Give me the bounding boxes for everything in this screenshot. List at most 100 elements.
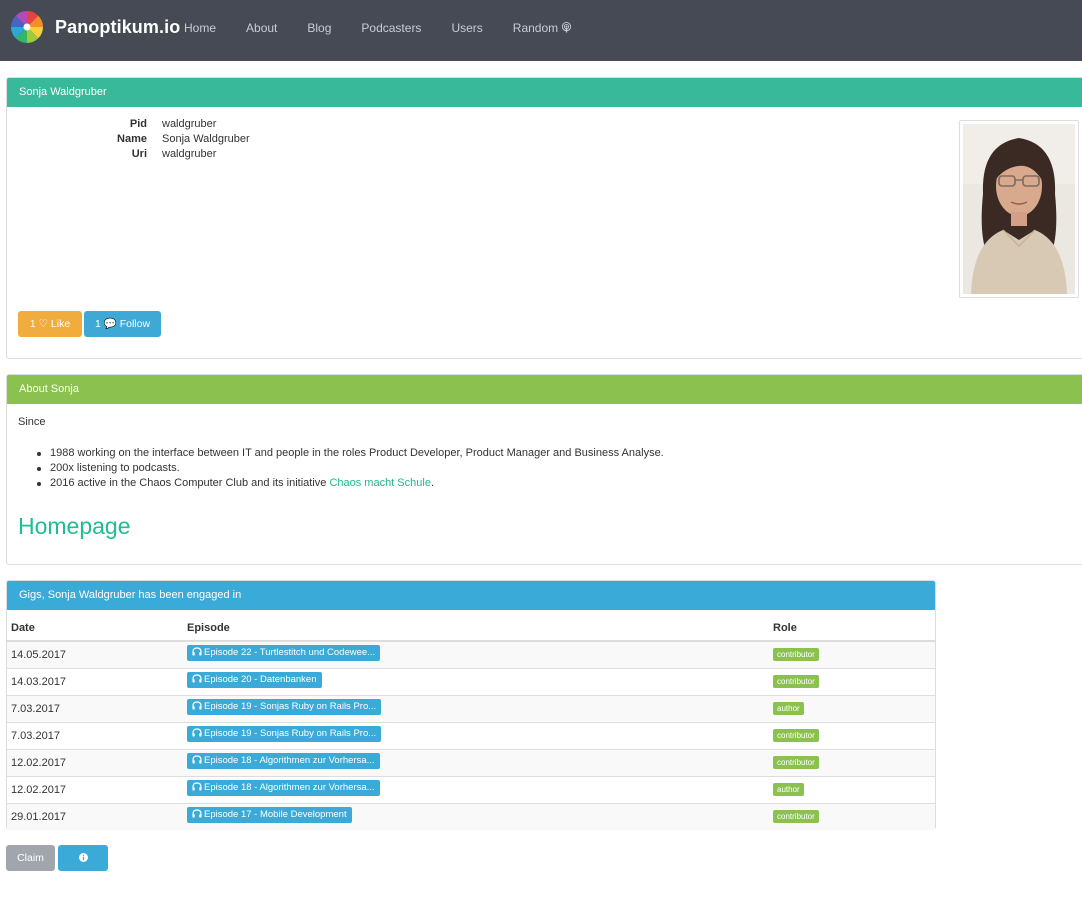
list-item: 1988 working on the interface between IT…: [35, 447, 664, 462]
episode-title: Episode 18 - Algorithmen zur Vorhersa...: [204, 755, 375, 766]
table-row: 12.02.2017 Episode 18 - Algorithmen zur V…: [7, 748, 935, 776]
episode-link[interactable]: Episode 18 - Algorithmen zur Vorhersa...: [187, 753, 380, 769]
bullet3-suffix: .: [430, 477, 434, 489]
gig-role-cell: contributor: [769, 748, 935, 776]
gig-role-cell: contributor: [769, 667, 935, 695]
nav-random[interactable]: Random: [513, 21, 573, 35]
col-episode: Episode: [183, 615, 769, 642]
about-panel: About Sonja Since 1988 working on the in…: [6, 374, 1082, 565]
table-row: 7.03.2017 Episode 19 - Sonjas Ruby on Rai…: [7, 694, 935, 722]
headphones-icon: [192, 809, 202, 818]
role-badge: author: [773, 702, 804, 715]
episode-title: Episode 20 - Datenbanken: [204, 674, 317, 685]
episode-title: Episode 22 - Turtlestitch und Codewee...: [204, 647, 376, 659]
role-badge: contributor: [773, 675, 819, 688]
homepage-link[interactable]: Homepage: [18, 513, 131, 540]
role-badge: contributor: [773, 756, 819, 769]
episode-link[interactable]: Episode 17 - Mobile Development: [187, 807, 352, 824]
headphones-icon: [192, 647, 202, 656]
table-header-row: Date Episode Role: [7, 615, 935, 642]
episode-title: Episode 19 - Sonjas Ruby on Rails Pro...: [204, 701, 377, 712]
gigs-panel: Gigs, Sonja Waldgruber has been engaged …: [6, 580, 936, 830]
gig-episode-cell: Episode 19 - Sonjas Ruby on Rails Pro...: [183, 721, 769, 749]
gig-date: 29.01.2017: [7, 802, 183, 830]
detail-label-pid: Pid: [129, 118, 147, 130]
role-badge: contributor: [773, 729, 819, 742]
episode-link[interactable]: Episode 22 - Turtlestitch und Codewee...: [187, 645, 381, 662]
headphones-icon: [192, 782, 202, 791]
episode-link[interactable]: Episode 19 - Sonjas Ruby on Rails Pro...: [187, 726, 382, 742]
panoptikum-logo-icon[interactable]: [11, 11, 43, 43]
detail-label-name: Name: [117, 133, 147, 145]
list-item: 200x listening to podcasts.: [35, 462, 664, 477]
nav-about[interactable]: About: [246, 21, 277, 35]
table-row: 14.05.2017 Episode 22 - Turtlestitch und …: [7, 640, 935, 668]
gig-role-cell: author: [769, 694, 935, 722]
gig-date: 14.05.2017: [7, 640, 183, 668]
gig-date: 12.02.2017: [7, 748, 183, 776]
gig-date: 7.03.2017: [7, 721, 183, 749]
gigs-table: Date Episode Role 14.05.2017 Episode 22 -…: [7, 615, 935, 830]
list-item: 2016 active in the Chaos Computer Club a…: [35, 477, 664, 492]
headphones-icon: [192, 728, 202, 737]
podcast-icon: [562, 22, 572, 33]
role-badge: contributor: [773, 810, 819, 824]
avatar: [963, 124, 1075, 294]
gig-role-cell: contributor: [769, 802, 935, 830]
chaos-macht-schule-link[interactable]: Chaos macht Schule: [329, 477, 431, 489]
gig-episode-cell: Episode 20 - Datenbanken: [183, 667, 769, 695]
help-button[interactable]: Help: [58, 845, 108, 890]
headphones-icon: [192, 674, 202, 683]
gig-role-cell: contributor: [769, 640, 935, 668]
headphones-icon: [192, 701, 202, 710]
col-date: Date: [7, 615, 183, 642]
gig-date: 7.03.2017: [7, 694, 183, 722]
nav-home[interactable]: Home: [184, 21, 216, 35]
gig-episode-cell: Episode 22 - Turtlestitch und Codewee...: [183, 640, 769, 668]
table-row: 7.03.2017 Episode 19 - Sonjas Ruby on Rai…: [7, 721, 935, 749]
detail-label-uri: Uri: [131, 148, 147, 160]
like-button[interactable]: 1 ♡ Like: [18, 311, 82, 337]
brand-name[interactable]: Panoptikum.io: [55, 17, 180, 38]
headphones-icon: [192, 755, 202, 764]
top-navbar: Panoptikum.io Home About Blog Podcasters…: [0, 0, 1082, 61]
about-heading: About Sonja: [7, 375, 1082, 404]
episode-link[interactable]: Episode 18 - Algorithmen zur Vorhersa...: [187, 780, 380, 796]
claim-button[interactable]: Claim: [6, 845, 55, 871]
gig-date: 14.03.2017: [7, 667, 183, 695]
episode-title: Episode 17 - Mobile Development: [204, 809, 347, 821]
table-row: 14.03.2017 Episode 20 - Datenbanken contri…: [7, 667, 935, 695]
follow-button[interactable]: 1 💬 Follow: [84, 311, 161, 337]
detail-value-uri: waldgruber: [162, 148, 217, 160]
episode-link[interactable]: Episode 20 - Datenbanken: [187, 672, 322, 688]
role-badge: contributor: [773, 648, 819, 662]
about-bullet-list: 1988 working on the interface between IT…: [35, 447, 664, 492]
detail-value-pid: waldgruber: [162, 118, 217, 130]
about-since: Since: [18, 416, 46, 428]
main-nav: Home About Blog Podcasters Users Random: [184, 21, 572, 35]
gigs-heading: Gigs, Sonja Waldgruber has been engaged …: [7, 581, 935, 610]
gig-episode-cell: Episode 18 - Algorithmen zur Vorhersa...: [183, 748, 769, 776]
table-row: 12.02.2017 Episode 18 - Algorithmen zur V…: [7, 775, 935, 803]
profile-heading: Sonja Waldgruber: [7, 78, 1082, 107]
nav-random-label: Random: [512, 21, 559, 35]
profile-panel: Sonja Waldgruber Pid waldgruber Name Son…: [6, 77, 1082, 359]
gigs-table-body: 14.05.2017 Episode 22 - Turtlestitch und …: [7, 640, 935, 830]
detail-value-name: Sonja Waldgruber: [162, 133, 250, 145]
table-row: 29.01.2017 Episode 17 - Mobile Developmen…: [7, 802, 935, 830]
nav-podcasters[interactable]: Podcasters: [361, 21, 421, 35]
role-badge: author: [773, 783, 804, 796]
col-role: Role: [769, 615, 935, 642]
info-icon: [78, 853, 88, 862]
episode-title: Episode 19 - Sonjas Ruby on Rails Pro...: [204, 728, 377, 739]
gig-role-cell: author: [769, 775, 935, 803]
bullet3-prefix: 2016 active in the Chaos Computer Club a…: [50, 477, 330, 489]
nav-blog[interactable]: Blog: [307, 21, 331, 35]
gig-episode-cell: Episode 18 - Algorithmen zur Vorhersa...: [183, 775, 769, 803]
gig-date: 12.02.2017: [7, 775, 183, 803]
episode-title: Episode 18 - Algorithmen zur Vorhersa...: [204, 782, 375, 793]
gig-episode-cell: Episode 19 - Sonjas Ruby on Rails Pro...: [183, 694, 769, 722]
profile-photo: [959, 120, 1079, 298]
episode-link[interactable]: Episode 19 - Sonjas Ruby on Rails Pro...: [187, 699, 382, 715]
nav-users[interactable]: Users: [451, 21, 482, 35]
